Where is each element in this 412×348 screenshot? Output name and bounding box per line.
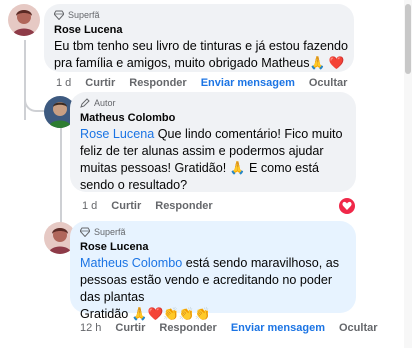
comment-time[interactable]: 1 d (82, 200, 97, 212)
mention-link[interactable]: Matheus Colombo (80, 256, 182, 270)
avatar-rose-lucena[interactable] (8, 4, 40, 36)
comment-text: Rose Lucena Que lindo comentário! Fico m… (80, 127, 343, 192)
comment-text: Matheus Colombo está sendo maravilhoso, … (80, 256, 340, 321)
hide-button[interactable]: Ocultar (339, 322, 378, 334)
pencil-icon (80, 98, 90, 108)
heart-reaction-icon[interactable] (339, 198, 355, 214)
diamond-icon (80, 227, 90, 237)
comment-actions: 1 d Curtir Responder Enviar mensagem Ocu… (56, 77, 361, 89)
like-button[interactable]: Curtir (85, 77, 115, 89)
like-button[interactable]: Curtir (111, 200, 141, 212)
scrollbar-thumb[interactable] (405, 4, 411, 74)
thread-line (24, 40, 26, 120)
mention-link[interactable]: Rose Lucena (80, 127, 154, 141)
heart-emoji: ❤️ (328, 56, 345, 70)
send-message-button[interactable]: Enviar mensagem (201, 77, 295, 89)
badge-label: Superfã (68, 10, 100, 20)
comment-author[interactable]: Rose Lucena (80, 241, 148, 253)
author-badge: Autor (80, 98, 116, 108)
send-message-button[interactable]: Enviar mensagem (231, 322, 325, 334)
comment-time[interactable]: 1 d (56, 77, 71, 89)
reply-button[interactable]: Responder (155, 200, 212, 212)
like-button[interactable]: Curtir (115, 322, 145, 334)
hide-button[interactable]: Ocultar (309, 77, 348, 89)
superfan-badge: Superfã (80, 227, 126, 237)
badge-label: Autor (94, 98, 116, 108)
reply-button[interactable]: Responder (129, 77, 186, 89)
comment-author[interactable]: Rose Lucena (54, 24, 122, 36)
reply-button[interactable]: Responder (159, 322, 216, 334)
thread-connector (24, 90, 46, 112)
comment-actions: 1 d Curtir Responder (82, 200, 227, 212)
thread-line-2 (60, 124, 62, 220)
diamond-icon (54, 10, 64, 20)
comment-time[interactable]: 12 h (80, 322, 101, 334)
comment-text: Eu tbm tenho seu livro de tinturas e já … (54, 39, 349, 70)
badge-label: Superfã (94, 227, 126, 237)
superfan-badge: Superfã (54, 10, 100, 20)
pray-emoji: 🙏 (309, 56, 326, 70)
comment-actions: 12 h Curtir Responder Enviar mensagem Oc… (80, 322, 392, 334)
comment-author[interactable]: Matheus Colombo (80, 112, 175, 124)
